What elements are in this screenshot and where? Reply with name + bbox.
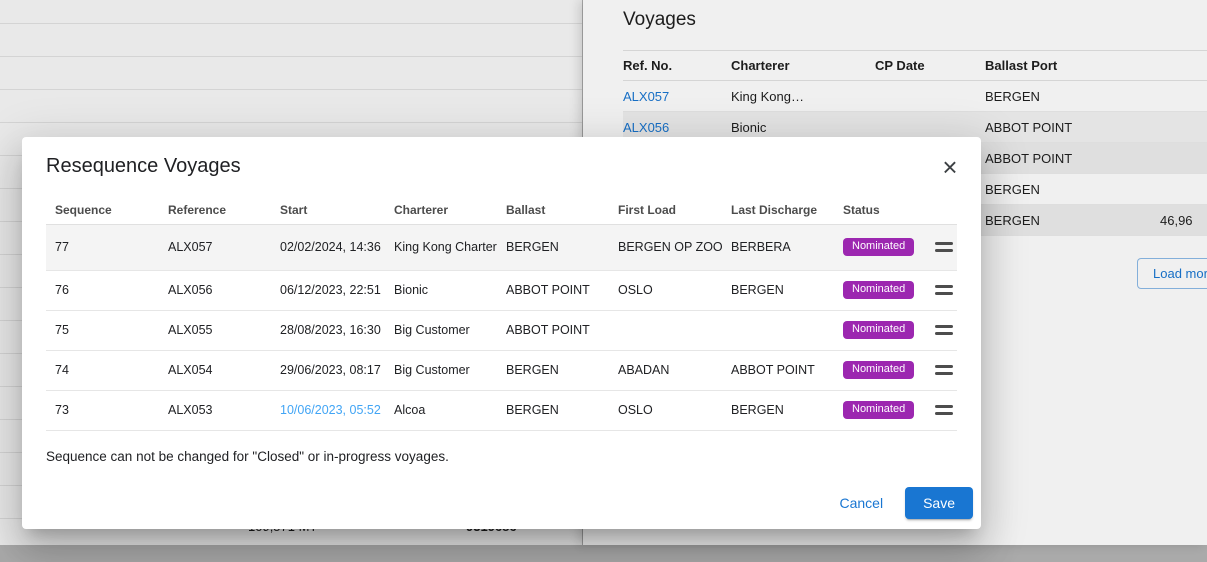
modal-header: Resequence Voyages × [22, 137, 981, 182]
cell-status: Nominated [834, 270, 924, 310]
cell-sequence: 76 [46, 270, 159, 310]
resequence-table-wrap: Sequence Reference Start Charterer Balla… [46, 196, 957, 431]
resequence-row: 74 ALX054 29/06/2023, 08:17 Big Customer… [46, 350, 957, 390]
start-value: 06/12/2023, 22:51 [280, 283, 381, 297]
cell-last-discharge [722, 310, 834, 350]
cell-reference: ALX053 [159, 390, 271, 430]
cell-start: 10/06/2023, 05:52 [271, 390, 385, 430]
resequence-voyages-modal: Resequence Voyages × Sequence Reference … [22, 137, 981, 529]
cell-ballast: BERGEN [497, 390, 609, 430]
cell-drag [924, 310, 957, 350]
cell-ballast: ABBOT POINT [497, 270, 609, 310]
cell-first-load: ABADAN [609, 350, 722, 390]
status-badge: Nominated [843, 361, 914, 379]
resequence-row: 77 ALX057 02/02/2024, 14:36 King Kong Ch… [46, 224, 957, 270]
resequence-table-body: 77 ALX057 02/02/2024, 14:36 King Kong Ch… [46, 224, 957, 430]
cell-charterer: Big Customer [385, 350, 497, 390]
drag-handle-icon[interactable] [933, 238, 955, 256]
resequence-row: 75 ALX055 28/08/2023, 16:30 Big Customer… [46, 310, 957, 350]
cell-start: 29/06/2023, 08:17 [271, 350, 385, 390]
cell-drag [924, 224, 957, 270]
drag-handle-icon[interactable] [933, 281, 955, 299]
drag-handle-icon[interactable] [933, 321, 955, 339]
column-status: Status [834, 196, 924, 224]
drag-handle-icon[interactable] [933, 361, 955, 379]
cell-ballast: ABBOT POINT [497, 310, 609, 350]
cell-last-discharge: ABBOT POINT [722, 350, 834, 390]
column-reference: Reference [159, 196, 271, 224]
cell-ballast: BERGEN [497, 350, 609, 390]
cell-last-discharge: BERGEN [722, 270, 834, 310]
resequence-header-row: Sequence Reference Start Charterer Balla… [46, 196, 957, 224]
resequence-row: 73 ALX053 10/06/2023, 05:52 Alcoa BERGEN… [46, 390, 957, 430]
cell-status: Nominated [834, 224, 924, 270]
drag-handle-icon[interactable] [933, 401, 955, 419]
cancel-button[interactable]: Cancel [825, 488, 897, 518]
status-badge: Nominated [843, 238, 914, 256]
cell-charterer: King Kong Charter [385, 224, 497, 270]
cell-first-load: BERGEN OP ZOOM [609, 224, 722, 270]
cell-reference: ALX056 [159, 270, 271, 310]
column-start: Start [271, 196, 385, 224]
close-button[interactable]: × [935, 152, 965, 182]
start-value: 10/06/2023, 05:52 [280, 403, 381, 417]
cell-sequence: 73 [46, 390, 159, 430]
start-value: 29/06/2023, 08:17 [280, 363, 381, 377]
cell-reference: ALX054 [159, 350, 271, 390]
start-value: 28/08/2023, 16:30 [280, 323, 381, 337]
status-badge: Nominated [843, 281, 914, 299]
modal-note: Sequence can not be changed for "Closed"… [46, 449, 957, 464]
cell-status: Nominated [834, 390, 924, 430]
modal-title: Resequence Voyages [46, 152, 241, 180]
cell-sequence: 77 [46, 224, 159, 270]
cell-ballast: BERGEN [497, 224, 609, 270]
cell-start: 28/08/2023, 16:30 [271, 310, 385, 350]
cell-charterer: Alcoa [385, 390, 497, 430]
status-badge: Nominated [843, 401, 914, 419]
column-charterer: Charterer [385, 196, 497, 224]
column-drag-handle [924, 196, 957, 224]
status-badge: Nominated [843, 321, 914, 339]
save-button[interactable]: Save [905, 487, 973, 519]
app-root: 109,571 MT 9319686 Voyages Ref. No. Char… [0, 0, 1207, 562]
cell-first-load [609, 310, 722, 350]
column-first-load: First Load [609, 196, 722, 224]
cell-charterer: Big Customer [385, 310, 497, 350]
start-value: 02/02/2024, 14:36 [280, 240, 381, 254]
cell-sequence: 74 [46, 350, 159, 390]
resequence-row: 76 ALX056 06/12/2023, 22:51 Bionic ABBOT… [46, 270, 957, 310]
resequence-table: Sequence Reference Start Charterer Balla… [46, 196, 957, 431]
cell-first-load: OSLO [609, 390, 722, 430]
cell-drag [924, 390, 957, 430]
cell-reference: ALX055 [159, 310, 271, 350]
cell-sequence: 75 [46, 310, 159, 350]
cell-start: 02/02/2024, 14:36 [271, 224, 385, 270]
close-icon: × [942, 152, 957, 182]
cell-start: 06/12/2023, 22:51 [271, 270, 385, 310]
cell-last-discharge: BERBERA [722, 224, 834, 270]
cell-charterer: Bionic [385, 270, 497, 310]
column-last-discharge: Last Discharge [722, 196, 834, 224]
cell-drag [924, 270, 957, 310]
cell-drag [924, 350, 957, 390]
column-sequence: Sequence [46, 196, 159, 224]
cell-reference: ALX057 [159, 224, 271, 270]
column-ballast: Ballast [497, 196, 609, 224]
cell-last-discharge: BERGEN [722, 390, 834, 430]
cell-status: Nominated [834, 310, 924, 350]
modal-actions: Cancel Save [825, 487, 973, 519]
cell-status: Nominated [834, 350, 924, 390]
cell-first-load: OSLO [609, 270, 722, 310]
